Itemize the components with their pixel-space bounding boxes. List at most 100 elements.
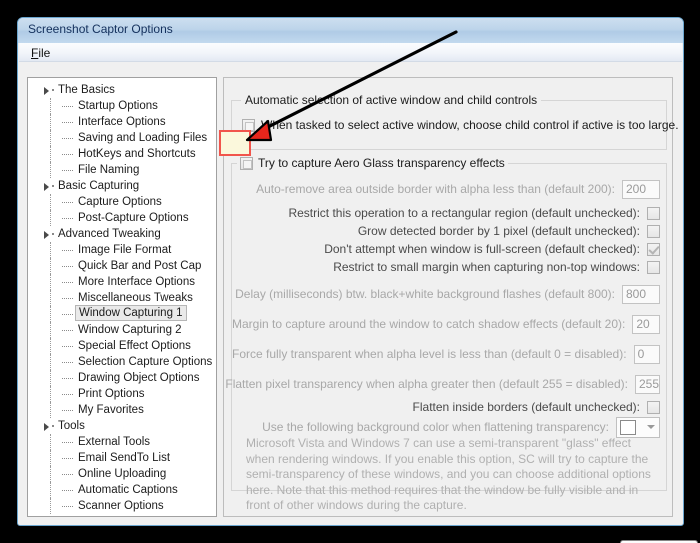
sidebar-item-label: Online Uploading [78,468,167,480]
flash-delay-input[interactable]: 800 [622,284,660,304]
sidebar-item-more-interface-options[interactable]: More Interface Options [28,274,216,290]
tree-connector-line [50,162,52,178]
background-color-combobox[interactable] [616,416,660,438]
tree-connector-dash [62,346,73,348]
tree-connector-dot [52,89,54,91]
options-content-panel: Automatic selection of active window and… [223,77,698,543]
flash-delay-row: Delay (milliseconds) btw. black+white ba… [232,284,660,304]
tree-connector-line [50,98,52,114]
sidebar-item-online-uploading[interactable]: Online Uploading [28,466,216,482]
sidebar-item-email-sendto-list[interactable]: Email SendTo List [28,450,216,466]
auto-remove-alpha-row: Auto-remove area outside border with alp… [232,179,660,199]
sidebar-item-window-capturing-1[interactable]: Window Capturing 1 [28,305,216,322]
sidebar-item-scanner-options[interactable]: Scanner Options [28,498,216,514]
flatten-inside-borders-checkbox[interactable] [647,400,660,414]
sidebar-item-basic-capturing[interactable]: Basic Capturing [28,178,216,194]
tree-connector-dash [62,170,73,172]
shadow-margin-label: Margin to capture around the window to c… [232,317,626,331]
tree-connector-dash [62,282,73,284]
sidebar-item-capture-options[interactable]: Capture Options [28,194,216,210]
sidebar-item-label: Basic Capturing [58,180,140,192]
highlight-annotation-box [219,130,251,156]
sidebar-item-window-capturing-2[interactable]: Window Capturing 2 [28,322,216,338]
flatten-alpha-input[interactable]: 255 [634,374,660,394]
groupbox-aero-glass-title[interactable]: Try to capture Aero Glass transparency e… [237,156,508,170]
tree-connector-dash [62,266,73,268]
sidebar-item-special-effect-options[interactable]: Special Effect Options [28,338,216,354]
tree-connector-dash [62,154,73,156]
menu-file[interactable]: File [27,45,54,61]
auto-remove-alpha-input[interactable]: 200 [622,179,660,199]
small-margin-nontop-label: Restrict to small margin when capturing … [333,260,640,274]
tree-connector-dash [62,330,73,332]
sidebar-item-my-favorites[interactable]: My Favorites [28,402,216,418]
expander-triangle-icon[interactable] [44,183,49,191]
child-control-option-row[interactable]: When tasked to select active window, cho… [242,118,679,132]
flash-delay-label: Delay (milliseconds) btw. black+white ba… [235,287,615,301]
aero-glass-description: Microsoft Vista and Windows 7 can use a … [246,436,651,512]
tree-connector-line [50,482,52,498]
tree-connector-dash [62,394,73,396]
restrict-rect-region-row: Restrict this operation to a rectangular… [232,204,660,222]
window-titlebar[interactable]: Screenshot Captor Options [18,18,683,43]
tree-connector-line [50,402,52,418]
tree-connector-line [50,210,52,226]
force-transparent-label: Force fully transparent when alpha level… [232,347,627,361]
sidebar-item-label: Quick Bar and Post Cap [78,260,202,272]
menubar: File [19,43,682,62]
flatten-inside-borders-label: Flatten inside borders (default unchecke… [412,400,640,414]
tree-connector-dash [62,314,73,316]
options-tree-panel[interactable]: The Basics Startup Options Interface Optio… [27,77,217,517]
no-fullscreen-row: Don't attempt when window is full-screen… [232,240,660,258]
expander-triangle-icon[interactable] [44,87,49,95]
sidebar-item-miscellaneous-tweaks[interactable]: Miscellaneous Tweaks [28,290,216,306]
sidebar-item-the-basics[interactable]: The Basics [28,82,216,98]
tree-connector-line [50,194,52,210]
expander-triangle-icon[interactable] [44,423,49,431]
tree-connector-line [50,450,52,466]
sidebar-item-label: Automatic Captions [78,484,178,496]
sidebar-item-label: Window Capturing 1 [75,305,187,321]
tree-connector-line [50,306,52,322]
groupbox-auto-selection-title: Automatic selection of active window and… [241,93,542,107]
tree-connector-dash [62,506,73,508]
sidebar-item-file-naming[interactable]: File Naming [28,162,216,178]
small-margin-nontop-checkbox[interactable] [647,260,660,274]
aero-glass-checkbox[interactable] [240,156,253,170]
tree-connector-dash [62,490,73,492]
sidebar-item-startup-options[interactable]: Startup Options [28,98,216,114]
tree-connector-dash [62,298,73,300]
sidebar-item-image-file-format[interactable]: Image File Format [28,242,216,258]
color-swatch [620,419,636,435]
sidebar-item-label: Post-Capture Options [78,212,189,224]
restrict-rect-region-checkbox[interactable] [647,206,660,220]
sidebar-item-hotkeys-and-shortcuts[interactable]: HotKeys and Shortcuts [28,146,216,162]
sidebar-item-tools[interactable]: Tools [28,418,216,434]
tree-connector-dash [62,218,73,220]
tree-connector-dot [52,185,54,187]
options-tree[interactable]: The Basics Startup Options Interface Optio… [28,78,216,514]
sidebar-item-external-tools[interactable]: External Tools [28,434,216,450]
sidebar-item-quick-bar-and-post-cap[interactable]: Quick Bar and Post Cap [28,258,216,274]
grow-border-checkbox[interactable] [647,224,660,238]
sidebar-item-post-capture-options[interactable]: Post-Capture Options [28,210,216,226]
force-transparent-input[interactable]: 0 [633,344,660,364]
no-fullscreen-checkbox[interactable] [647,242,660,256]
tree-connector-line [50,322,52,338]
sidebar-item-automatic-captions[interactable]: Automatic Captions [28,482,216,498]
sidebar-item-saving-and-loading-files[interactable]: Saving and Loading Files [28,130,216,146]
sidebar-item-print-options[interactable]: Print Options [28,386,216,402]
shadow-margin-input[interactable]: 20 [632,314,660,334]
child-control-label: When tasked to select active window, cho… [261,118,679,132]
sidebar-item-advanced-tweaking[interactable]: Advanced Tweaking [28,226,216,242]
expander-triangle-icon[interactable] [44,231,49,239]
tree-connector-dash [62,474,73,476]
sidebar-item-selection-capture-options[interactable]: Selection Capture Options [28,354,216,370]
sidebar-item-interface-options[interactable]: Interface Options [28,114,216,130]
tree-connector-dash [62,410,73,412]
sidebar-item-label: Selection Capture Options [78,356,213,368]
sidebar-item-label: Print Options [78,388,145,400]
tree-connector-dash [62,442,73,444]
sidebar-item-label: External Tools [78,436,151,448]
sidebar-item-drawing-object-options[interactable]: Drawing Object Options [28,370,216,386]
